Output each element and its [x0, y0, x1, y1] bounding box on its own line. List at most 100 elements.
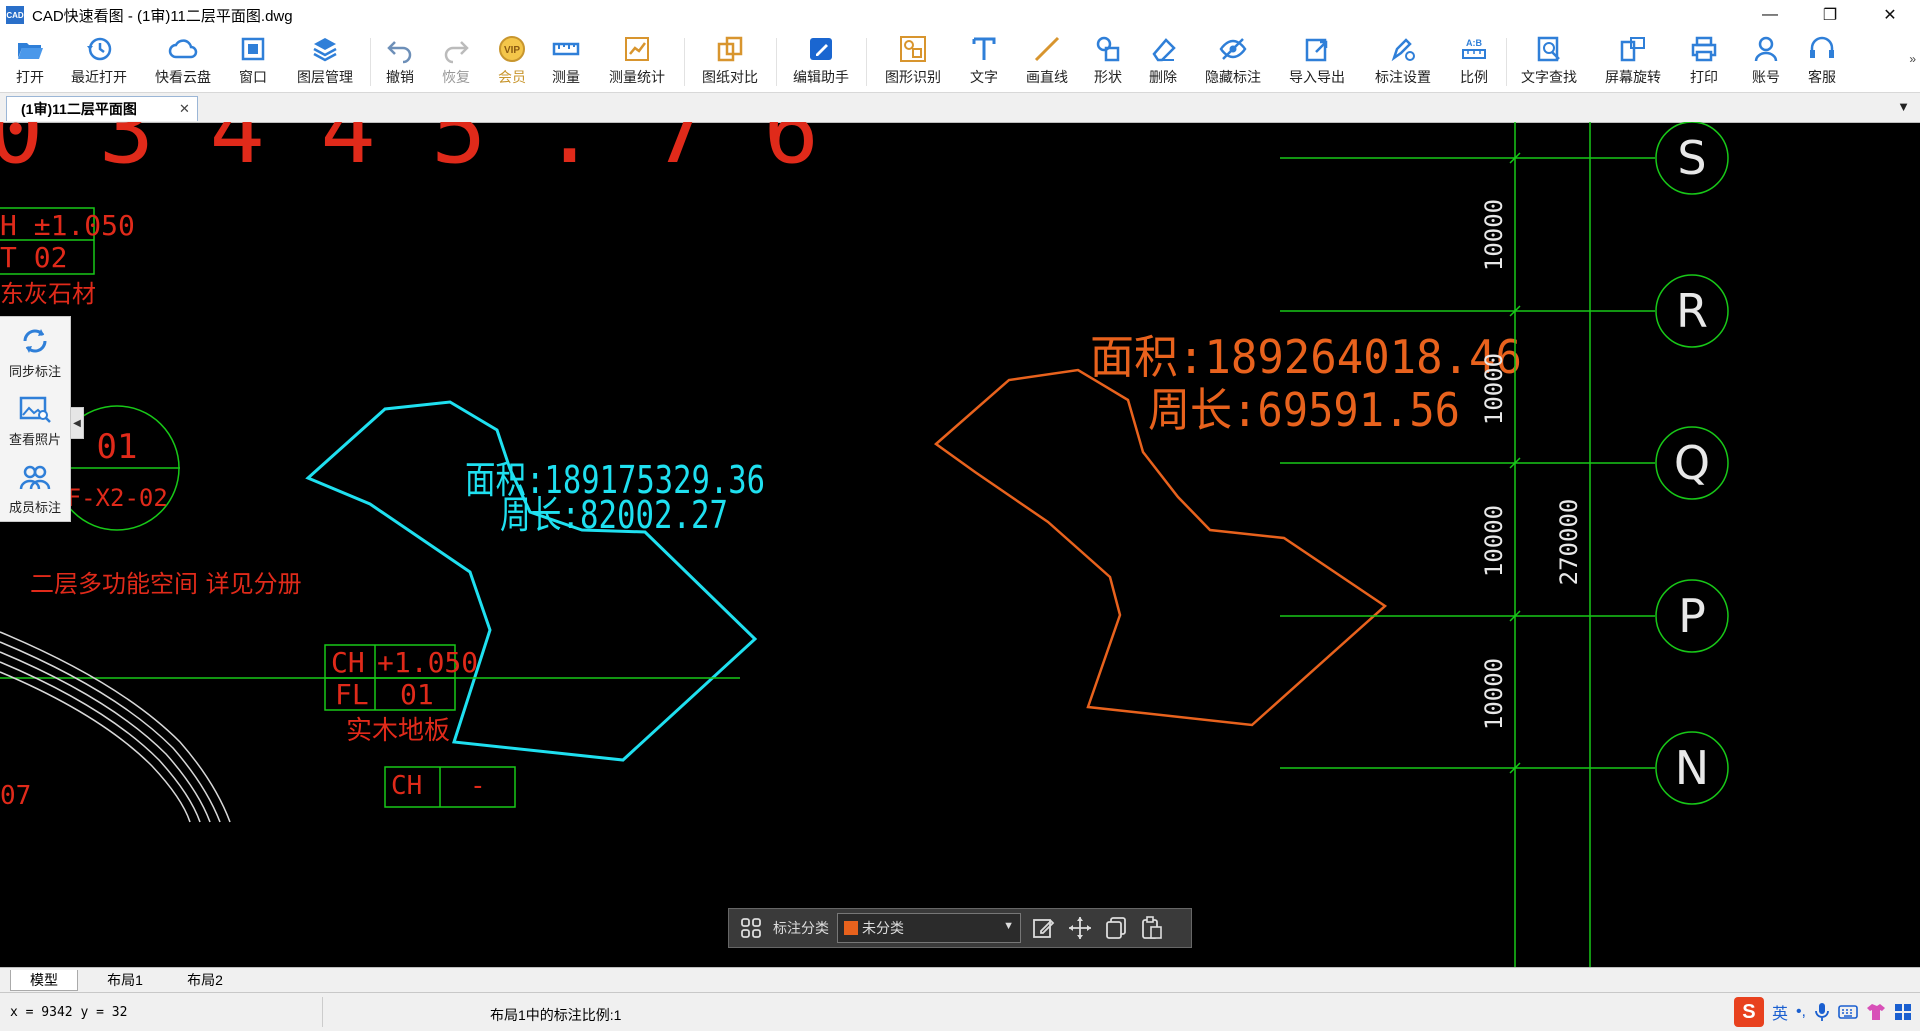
redo-button[interactable]: 恢复 — [438, 34, 474, 90]
move-arrows-icon[interactable] — [1067, 915, 1093, 941]
document-tab[interactable]: (1审)11二层平面图 ✕ — [6, 96, 198, 121]
member-anno-button[interactable]: 成员标注 — [0, 453, 70, 519]
redo-label: 恢复 — [442, 69, 470, 85]
undo-button[interactable]: 撤销 — [382, 34, 418, 90]
folder-open-icon — [18, 43, 43, 59]
drawing-top-text: 0 3 4 4 5 . 7 6 — [0, 122, 819, 184]
tag2-fl: FL — [335, 678, 369, 711]
panel-collapse-handle[interactable]: ◀ — [70, 407, 84, 439]
window-icon — [241, 37, 265, 61]
cloud-button[interactable]: 快看云盘 — [150, 34, 216, 90]
sogou-logo-icon[interactable]: S — [1733, 997, 1764, 1027]
shape-tool-button[interactable]: 形状 — [1090, 34, 1126, 90]
tab-list-dropdown-icon[interactable]: ▼ — [1897, 99, 1910, 114]
copy-icon[interactable] — [1103, 915, 1129, 941]
scale-label: 比例 — [1460, 69, 1488, 85]
import-export-button[interactable]: 导入导出 — [1284, 34, 1350, 90]
measure-button[interactable]: 测量 — [548, 34, 584, 90]
line-tool-label: 画直线 — [1026, 69, 1068, 85]
measure-stats-label: 测量统计 — [609, 69, 665, 85]
edit-helper-label: 编辑助手 — [793, 69, 849, 85]
axis-grid — [1280, 122, 1655, 967]
axis-label-s: S — [1677, 131, 1706, 185]
ime-language[interactable]: 英 — [1772, 1000, 1788, 1024]
grid-apps-icon[interactable] — [739, 916, 763, 940]
toolbar-divider — [1506, 38, 1507, 86]
keyboard-icon[interactable] — [1838, 1003, 1858, 1021]
delete-button[interactable]: 删除 — [1145, 34, 1181, 90]
account-label: 账号 — [1752, 69, 1780, 85]
room-tag-3: CH - — [384, 766, 516, 808]
tag2-ch-value: +1.050 — [377, 646, 478, 679]
service-button[interactable]: 客服 — [1804, 34, 1840, 90]
vip-button[interactable]: VIP 会员 — [494, 34, 530, 90]
ime-punctuation[interactable]: •, — [1796, 1003, 1806, 1021]
tab-close-icon[interactable]: ✕ — [179, 101, 197, 117]
import-export-label: 导入导出 — [1289, 69, 1345, 85]
document-tab-title: (1审)11二层平面图 — [21, 101, 137, 117]
skin-shirt-icon[interactable] — [1866, 1002, 1886, 1022]
hide-anno-button[interactable]: 隐藏标注 — [1200, 34, 1266, 90]
recent-button[interactable]: 最近打开 — [66, 34, 132, 90]
text-tool-button[interactable]: 文字 — [966, 34, 1002, 90]
axis-label-p: P — [1678, 589, 1706, 643]
compare-button[interactable]: 图纸对比 — [697, 34, 763, 90]
toolbar-divider — [684, 38, 685, 86]
toolbar-overflow-button[interactable]: » — [1909, 52, 1916, 66]
tab-layout2[interactable]: 布局2 — [170, 970, 240, 990]
microphone-icon[interactable] — [1814, 1002, 1830, 1022]
close-button[interactable]: ✕ — [1860, 0, 1920, 30]
user-icon — [1754, 36, 1778, 62]
annotation-side-panel: 同步标注 查看照片 成员标注 ◀ — [0, 316, 84, 522]
annotation-category-bar: 标注分类 未分类 ▼ — [728, 908, 1192, 948]
line-tool-button[interactable]: 画直线 — [1022, 34, 1072, 90]
measure-stats-button[interactable]: 测量统计 — [604, 34, 670, 90]
view-photo-button[interactable]: 查看照片 — [0, 385, 70, 451]
members-icon — [19, 465, 51, 490]
window-title: CAD快速看图 - (1审)11二层平面图.dwg — [32, 7, 293, 25]
view-photo-label: 查看照片 — [8, 432, 61, 447]
vip-label: 会员 — [498, 69, 526, 85]
settings-grid-icon[interactable] — [1894, 1003, 1912, 1021]
rotate-label: 屏幕旋转 — [1605, 69, 1661, 85]
edit-helper-button[interactable]: 编辑助手 — [788, 34, 854, 90]
measure-label: 测量 — [552, 69, 580, 85]
print-button[interactable]: 打印 — [1686, 34, 1722, 90]
open-button[interactable]: 打开 — [8, 34, 52, 90]
compare-label: 图纸对比 — [702, 69, 758, 85]
tab-model[interactable]: 模型 — [10, 970, 78, 991]
rotate-button[interactable]: 屏幕旋转 — [1600, 34, 1666, 90]
shape-recog-button[interactable]: 图形识别 — [880, 34, 946, 90]
annotation-scale-text: 布局1中的标注比例:1 — [490, 1007, 622, 1023]
window-menu-button[interactable]: 窗口 — [235, 34, 271, 90]
axis-label-q: Q — [1674, 436, 1710, 490]
axis-bubble-q: Q — [1655, 426, 1729, 500]
window-controls: — ❐ ✕ — [1740, 0, 1920, 30]
account-button[interactable]: 账号 — [1748, 34, 1784, 90]
sync-anno-button[interactable]: 同步标注 — [0, 317, 70, 383]
text-find-button[interactable]: 文字查找 — [1516, 34, 1582, 90]
minimize-button[interactable]: — — [1740, 0, 1800, 30]
tab-layout1[interactable]: 布局1 — [90, 970, 160, 990]
layers-button[interactable]: 图层管理 — [292, 34, 358, 90]
drawing-canvas[interactable]: 0 3 4 4 5 . 7 6 H ±1.050 T 02 东灰石材 01 2F… — [0, 122, 1920, 967]
undo-icon — [387, 41, 412, 64]
pen-gear-icon — [1391, 38, 1415, 62]
category-select[interactable]: 未分类 ▼ — [837, 913, 1021, 943]
dimension-text: 10000 — [1480, 505, 1508, 577]
drawing-bottom-left-number: 07 — [0, 781, 31, 811]
print-label: 打印 — [1690, 69, 1718, 85]
toolbar-divider — [866, 38, 867, 86]
anno-settings-button[interactable]: 标注设置 — [1370, 34, 1436, 90]
paste-icon[interactable] — [1139, 915, 1165, 941]
tag2-ch: CH — [331, 646, 365, 679]
dimension-text: 10000 — [1480, 658, 1508, 730]
shapes-icon — [1096, 36, 1120, 62]
edit-note-icon[interactable] — [1031, 915, 1057, 941]
tag1-row2: T 02 — [0, 241, 67, 274]
vip-badge-icon: VIP — [499, 36, 525, 62]
callout-number: 01 — [97, 427, 138, 467]
scale-button[interactable]: A:B 比例 — [1456, 34, 1492, 90]
restore-button[interactable]: ❐ — [1800, 0, 1860, 30]
redo-icon — [444, 41, 469, 64]
